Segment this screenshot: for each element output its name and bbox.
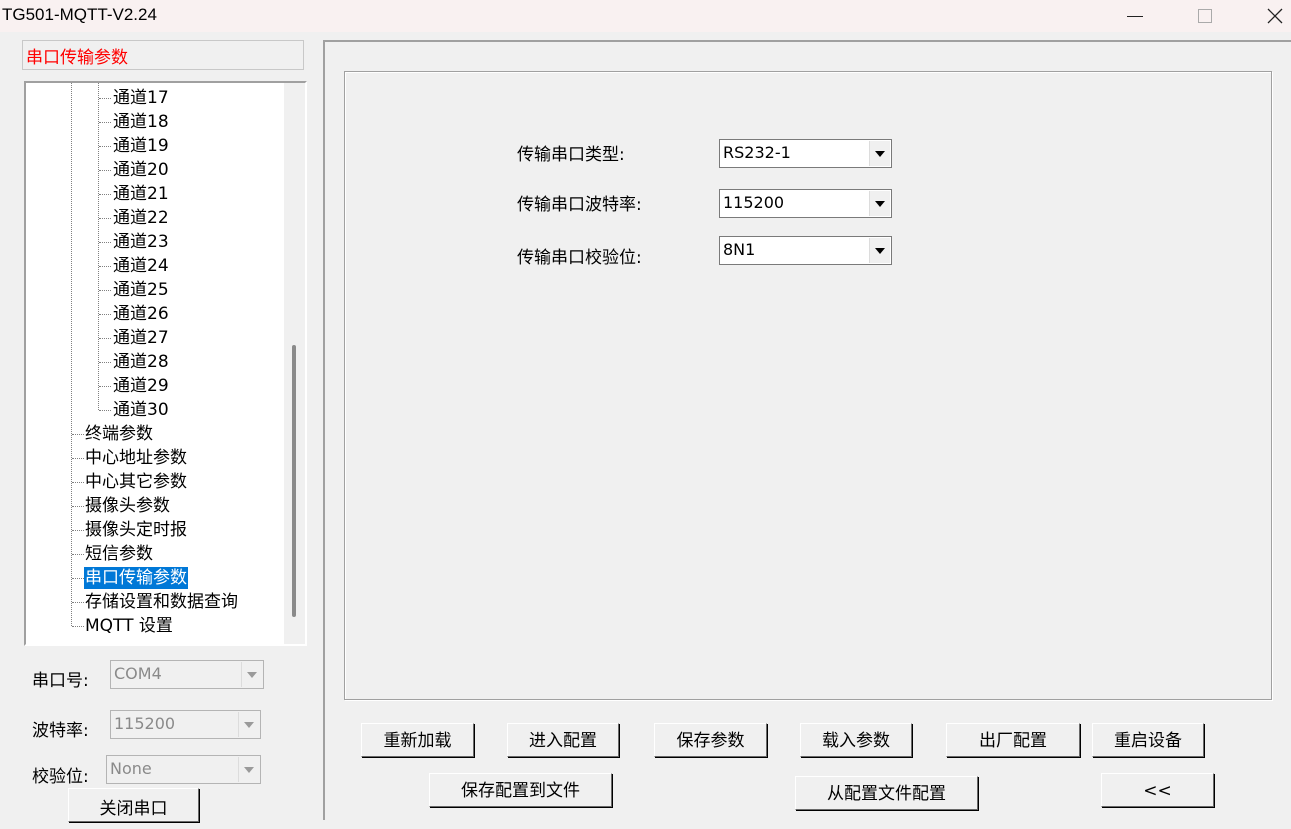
- serial-baud-label: 传输串口波特率:: [517, 195, 642, 215]
- tree-connector: [72, 434, 84, 435]
- tree-connector: [72, 458, 84, 459]
- tree-item[interactable]: 短信参数: [84, 543, 154, 565]
- parity-value: None: [110, 759, 152, 778]
- tree-connector: [72, 482, 84, 483]
- tree-item-channel[interactable]: 通道19: [112, 135, 170, 157]
- tree-connector: [99, 266, 111, 267]
- tree-item-channel[interactable]: 通道26: [112, 303, 170, 325]
- serial-type-label: 传输串口类型:: [517, 145, 625, 165]
- minimize-icon: [1127, 15, 1143, 17]
- tree-item[interactable]: MQTT 设置: [84, 615, 174, 637]
- port-label: 串口号:: [32, 671, 89, 691]
- maximize-button[interactable]: [1180, 0, 1230, 32]
- tree-connector: [99, 98, 111, 99]
- port-select[interactable]: COM4: [110, 660, 264, 689]
- tree-item[interactable]: 摄像头参数: [84, 495, 171, 517]
- close-port-button[interactable]: 关闭串口: [68, 788, 199, 822]
- close-button[interactable]: [1250, 0, 1291, 32]
- parity-select[interactable]: None: [106, 755, 261, 784]
- tree-scrollbar[interactable]: [284, 83, 305, 644]
- config-from-file-button[interactable]: 从配置文件配置: [795, 776, 978, 810]
- tree-connector: [99, 362, 111, 363]
- serial-baud-select[interactable]: 115200: [719, 189, 892, 218]
- tree-connector: [72, 506, 84, 507]
- save-params-button[interactable]: 保存参数: [654, 723, 767, 757]
- tree-connector: [99, 386, 111, 387]
- serial-parity-label: 传输串口校验位:: [517, 248, 642, 268]
- tree-item-channel[interactable]: 通道20: [112, 159, 170, 181]
- baud-select[interactable]: 115200: [110, 710, 261, 739]
- collapse-button[interactable]: <<: [1101, 773, 1214, 807]
- save-config-to-file-button[interactable]: 保存配置到文件: [429, 773, 612, 807]
- parity-label: 校验位:: [32, 767, 89, 787]
- tree-connector: [99, 410, 111, 411]
- tree-item[interactable]: 存储设置和数据查询: [84, 591, 239, 613]
- chevron-down-icon: [241, 662, 262, 687]
- tree-connector: [99, 290, 111, 291]
- selected-section-label: 串口传输参数: [22, 40, 304, 70]
- chevron-down-icon: [869, 238, 890, 263]
- maximize-icon: [1198, 9, 1212, 23]
- tree-connector: [99, 146, 111, 147]
- tree-connector: [99, 194, 111, 195]
- tree-item[interactable]: 终端参数: [84, 423, 154, 445]
- close-icon: [1267, 8, 1283, 24]
- enter-config-button[interactable]: 进入配置: [507, 723, 619, 757]
- tree-item-channel[interactable]: 通道25: [112, 279, 170, 301]
- baud-value: 115200: [114, 714, 176, 733]
- tree-content: 通道17 通道18 通道19 通道20 通道21 通道22 通道23 通道24 通道25 通道26…: [26, 83, 284, 644]
- tree-item[interactable]: 摄像头定时报: [84, 519, 188, 541]
- reload-button[interactable]: 重新加载: [361, 723, 474, 757]
- tree-connector: [98, 83, 99, 410]
- port-value: COM4: [114, 664, 162, 683]
- tree-item-channel[interactable]: 通道29: [112, 375, 170, 397]
- tree-item-channel[interactable]: 通道21: [112, 183, 170, 205]
- restart-device-button[interactable]: 重启设备: [1092, 723, 1204, 757]
- tree-item[interactable]: 中心地址参数: [84, 447, 188, 469]
- tree-item-channel[interactable]: 通道28: [112, 351, 170, 373]
- tree-connector: [99, 242, 111, 243]
- load-params-button[interactable]: 载入参数: [800, 723, 912, 757]
- tree-connector: [99, 218, 111, 219]
- tree-item-channel[interactable]: 通道30: [112, 399, 170, 421]
- serial-parity-value: 8N1: [723, 240, 756, 259]
- tree-connector: [72, 602, 84, 603]
- tree-item-channel[interactable]: 通道18: [112, 111, 170, 133]
- scrollbar-thumb[interactable]: [292, 345, 296, 617]
- tree-item[interactable]: 串口传输参数: [84, 567, 188, 589]
- factory-reset-button[interactable]: 出厂配置: [946, 723, 1080, 757]
- chevron-down-icon: [869, 141, 890, 166]
- tree-item-channel[interactable]: 通道24: [112, 255, 170, 277]
- tree-item-channel[interactable]: 通道23: [112, 231, 170, 253]
- settings-tree[interactable]: 通道17 通道18 通道19 通道20 通道21 通道22 通道23 通道24 通道25 通道26…: [24, 81, 307, 646]
- tree-item[interactable]: 中心其它参数: [84, 471, 188, 493]
- tree-connector: [99, 338, 111, 339]
- tree-connector: [72, 578, 84, 579]
- tree-connector: [72, 530, 84, 531]
- tree-item-channel[interactable]: 通道17: [112, 87, 170, 109]
- tree-item-channel[interactable]: 通道22: [112, 207, 170, 229]
- tree-connector: [72, 626, 84, 627]
- tree-item-channel[interactable]: 通道27: [112, 327, 170, 349]
- minimize-button[interactable]: [1110, 0, 1160, 32]
- serial-parity-select[interactable]: 8N1: [719, 236, 892, 265]
- chevron-down-icon: [238, 712, 259, 737]
- serial-type-value: RS232-1: [723, 143, 791, 162]
- tree-connector: [71, 83, 72, 626]
- tree-connector: [99, 170, 111, 171]
- tree-connector: [72, 554, 84, 555]
- baud-label: 波特率:: [32, 721, 89, 741]
- serial-baud-value: 115200: [723, 193, 785, 212]
- title-bar: TG501-MQTT-V2.24: [0, 0, 1291, 32]
- serial-type-select[interactable]: RS232-1: [719, 139, 892, 168]
- chevron-down-icon: [869, 191, 890, 216]
- window-title: TG501-MQTT-V2.24: [2, 5, 157, 24]
- chevron-down-icon: [238, 757, 259, 782]
- tree-connector: [99, 122, 111, 123]
- tree-connector: [99, 314, 111, 315]
